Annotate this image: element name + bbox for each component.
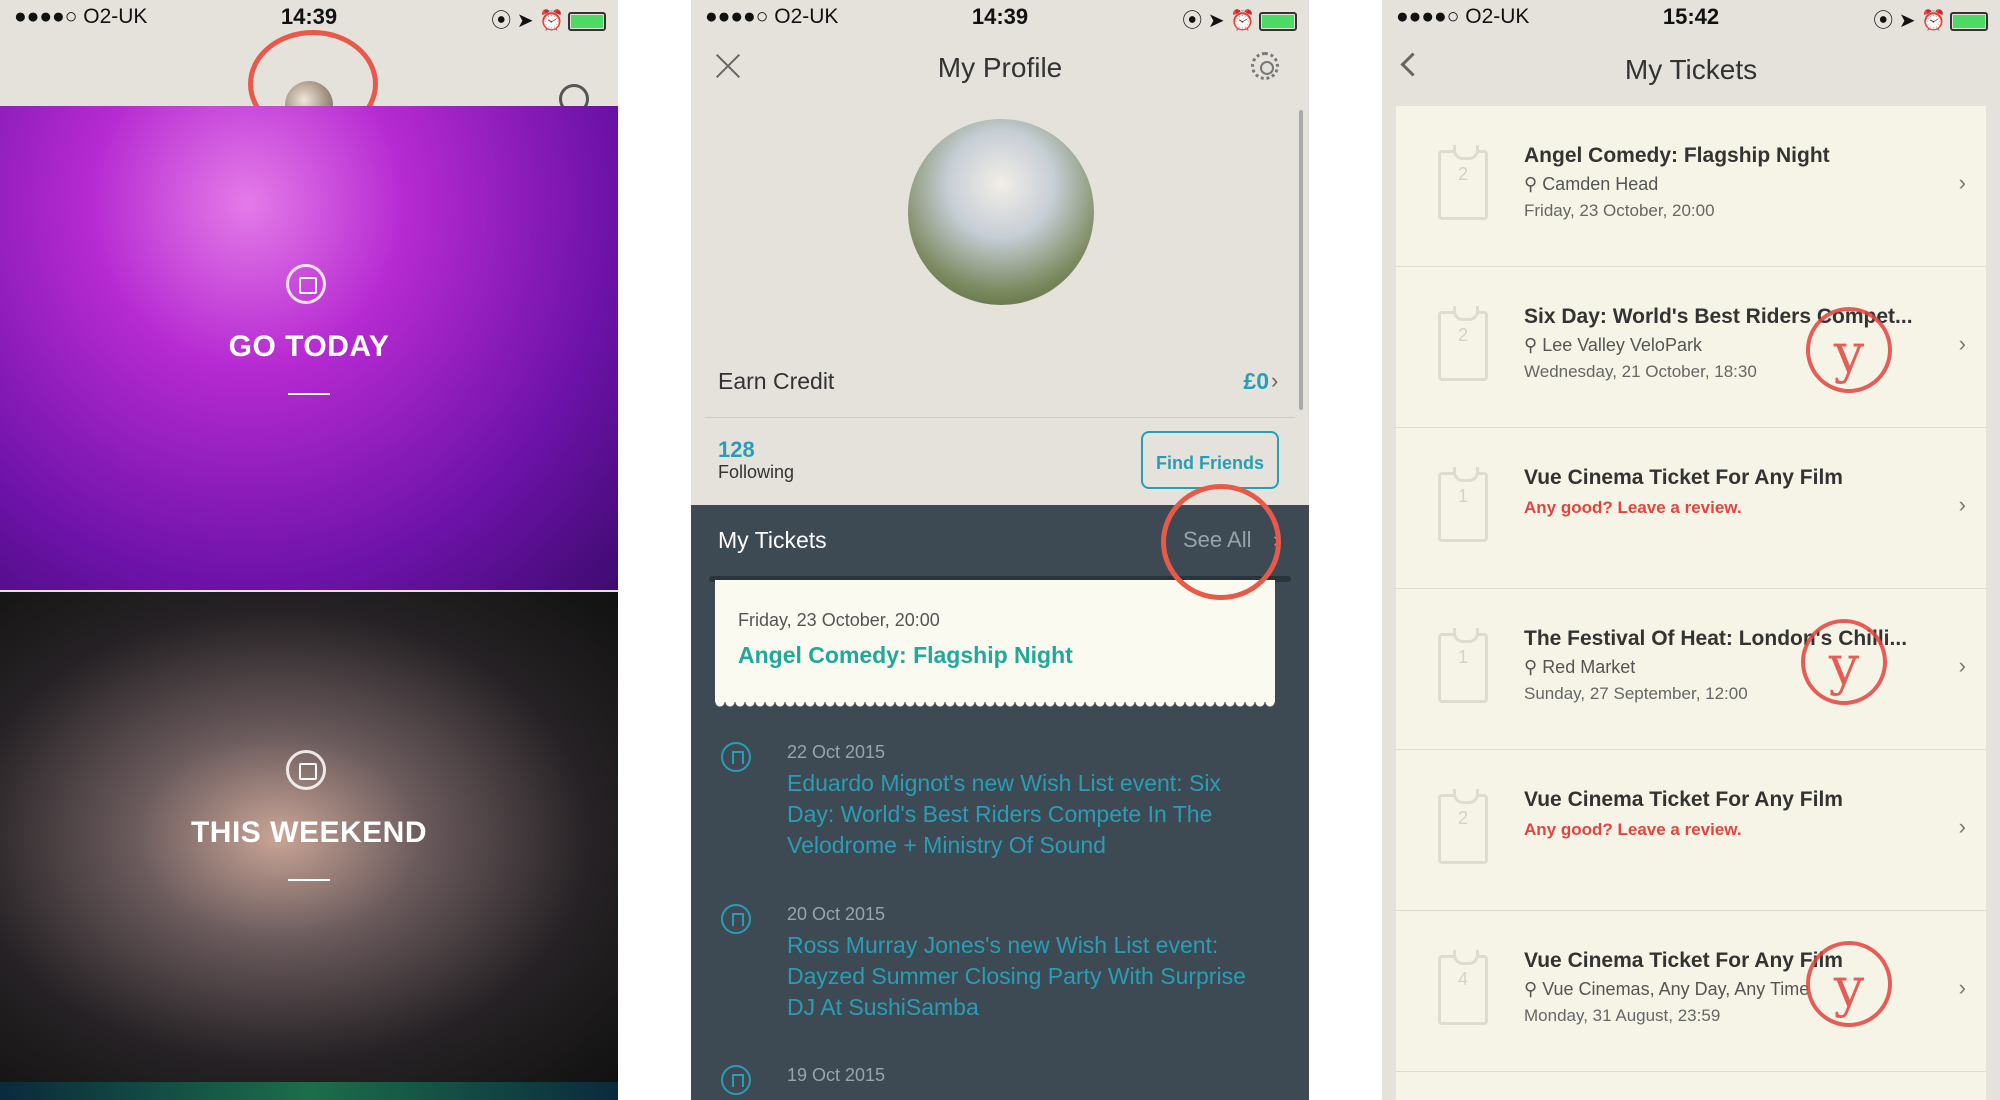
following-count[interactable]: 128 [718,437,755,463]
this-weekend-tile[interactable]: THIS WEEKEND [0,592,618,1082]
ticket-icon [1438,628,1488,703]
tile-divider [288,879,330,881]
my-tickets-heading: My Tickets [718,527,827,553]
bookmark-icon [721,904,751,934]
pin-icon: ⚲ [1524,657,1543,677]
pin-icon: ⚲ [1524,174,1543,194]
status-icons: ⦿ ➤ ⏰ [491,4,606,33]
ticket-row[interactable]: 2 Vue Cinema Ticket For Any Film Any goo… [1396,750,1986,911]
ticket-when: Sunday, 27 September, 12:00 [1524,684,1748,703]
battery-icon [1259,12,1297,32]
venue-text: Red Market [1542,657,1636,677]
highlight-circle-see-all [1161,484,1281,600]
divider [705,417,1295,418]
ticket-venue: ⚲ Camden Head [1524,174,1658,195]
ticket-qty: 4 [1457,969,1468,989]
ticket-name: Vue Cinema Ticket For Any Film [1524,788,1843,811]
review-link[interactable]: Any good? Leave a review. [1524,820,1742,840]
ticket-qty: 2 [1457,808,1468,828]
ticket-qty: 2 [1457,325,1468,345]
pin-icon: ⚲ [1524,335,1543,355]
profile-photo [908,119,1094,305]
feed-date: 20 Oct 2015 [787,904,886,924]
find-friends-button[interactable]: Find Friends [1141,431,1279,489]
ticket-row[interactable]: 2 Angel Comedy: Flagship Night ⚲ Camden … [1396,106,1986,267]
ticket-when: Wednesday, 21 October, 18:30 [1524,362,1757,381]
ticket-row[interactable]: 2 Six Day: World's Best Riders Compet...… [1396,267,1986,428]
status-icons: ⦿ ➤ ⏰ [1182,4,1297,33]
ticket-name: Vue Cinema Ticket For Any Film [1524,466,1843,489]
stamp-logo: y [1806,941,1892,1027]
ticket-icon [1438,145,1488,220]
tickets-list: 2 Angel Comedy: Flagship Night ⚲ Camden … [1396,106,1986,1100]
battery-icon [568,12,606,32]
ticket-icon [1438,306,1488,381]
following-label[interactable]: Following [718,462,794,483]
chevron-right-icon: › [1958,331,1966,356]
feed-text[interactable]: Ross Murray Jones's new Wish List event:… [787,930,1257,1023]
ticket-when: Friday, 23 October, 20:00 [1524,201,1715,220]
battery-icon [1950,12,1988,32]
pin-icon: ⚲ [1524,979,1543,999]
ticket-venue: ⚲ Vue Cinemas, Any Day, Any Time [1524,979,1809,1000]
ticket-row[interactable]: 1 The Festival Of Heat: London's Chilli.… [1396,589,1986,750]
ticket-qty: 1 [1457,647,1468,667]
venue-text: Camden Head [1542,174,1659,194]
tile-divider [288,393,330,395]
ticket-qty: 2 [1457,164,1468,184]
ticket-row[interactable]: 1 Vue Cinema Ticket For Any Film Any goo… [1396,428,1986,589]
next-ticket-card[interactable]: Friday, 23 October, 20:00 Angel Comedy: … [715,580,1275,708]
feed-date: 19 Oct 2015 [787,1065,886,1085]
ticket-when: Monday, 31 August, 23:59 [1524,1006,1721,1025]
home-screen: ●●●●○ O2-UK 14:39 ⦿ ➤ ⏰ GO TODAY THIS WE… [0,0,618,1100]
ticket-venue: ⚲ Red Market [1524,657,1635,678]
tile-label: GO TODAY [228,330,390,363]
ticket-qty: 1 [1457,486,1468,506]
status-icons: ⦿ ➤ ⏰ [1873,4,1988,33]
venue-text: Vue Cinemas, Any Day, Any Time [1542,979,1810,999]
ticket-date: Friday, 23 October, 20:00 [738,610,940,630]
ticket-icon [1438,467,1488,542]
chevron-right-icon: › [1958,975,1966,1000]
ticket-row[interactable]: 4 Vue Cinema Ticket For Any Film ⚲ Vue C… [1396,911,1986,1072]
feed-date: 22 Oct 2015 [787,742,886,762]
earn-credit-label[interactable]: Earn Credit [718,368,834,395]
go-today-tile[interactable]: GO TODAY [0,106,618,590]
ticket-venue: ⚲ Lee Valley VeloPark [1524,335,1702,356]
scrollbar[interactable] [1299,110,1303,410]
tickets-screen: ●●●●○ O2-UK 15:42 ⦿ ➤ ⏰ My Tickets 2 Ang… [1382,0,2000,1100]
feed-text[interactable]: Eduardo Mignot's new Wish List event: Si… [787,768,1257,861]
calendar-icon [286,264,326,304]
page-title: My Profile [937,52,1063,83]
chevron-right-icon: › [1958,492,1966,517]
chevron-right-icon: › [1958,170,1966,195]
calendar-icon [286,750,326,790]
bookmark-icon [721,1065,751,1095]
page-title: My Tickets [1624,54,1758,85]
ticket-icon [1438,950,1488,1025]
earn-credit-value[interactable]: £0 [1243,368,1269,395]
review-link[interactable]: Any good? Leave a review. [1524,498,1742,518]
bookmark-icon [721,742,751,772]
profile-screen: ●●●●○ O2-UK 14:39 ⦿ ➤ ⏰ My Profile Earn … [691,0,1309,1100]
tile-label: THIS WEEKEND [190,816,427,849]
chevron-right-icon: › [1958,814,1966,839]
status-bar: ●●●●○ O2-UK 14:39 ⦿ ➤ ⏰ [0,0,618,34]
status-bar: ●●●●○ O2-UK 14:39 ⦿ ➤ ⏰ [691,0,1309,34]
venue-text: Lee Valley VeloPark [1542,335,1702,355]
chevron-right-icon[interactable]: › [1271,368,1278,394]
ticket-icon [1438,789,1488,864]
stamp-logo: y [1806,307,1892,393]
next-tile[interactable] [0,1082,618,1100]
gear-icon[interactable] [1251,52,1279,80]
stamp-logo: y [1801,619,1887,705]
chevron-right-icon: › [1958,653,1966,678]
ticket-name: Angel Comedy: Flagship Night [1524,144,1830,167]
ticket-title[interactable]: Angel Comedy: Flagship Night [738,642,1073,669]
status-bar: ●●●●○ O2-UK 15:42 ⦿ ➤ ⏰ [1382,0,2000,34]
